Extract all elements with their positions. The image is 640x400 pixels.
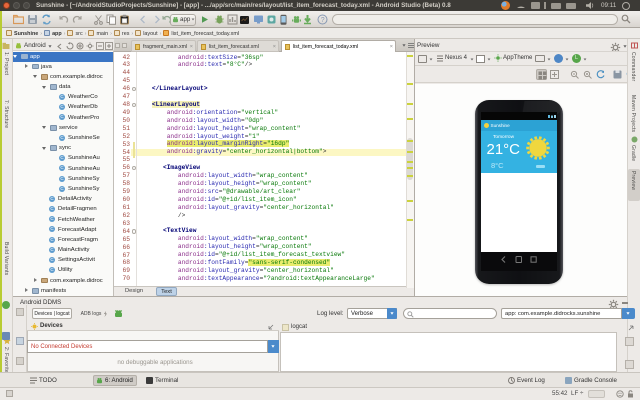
svg-text:?: ? — [321, 17, 325, 24]
